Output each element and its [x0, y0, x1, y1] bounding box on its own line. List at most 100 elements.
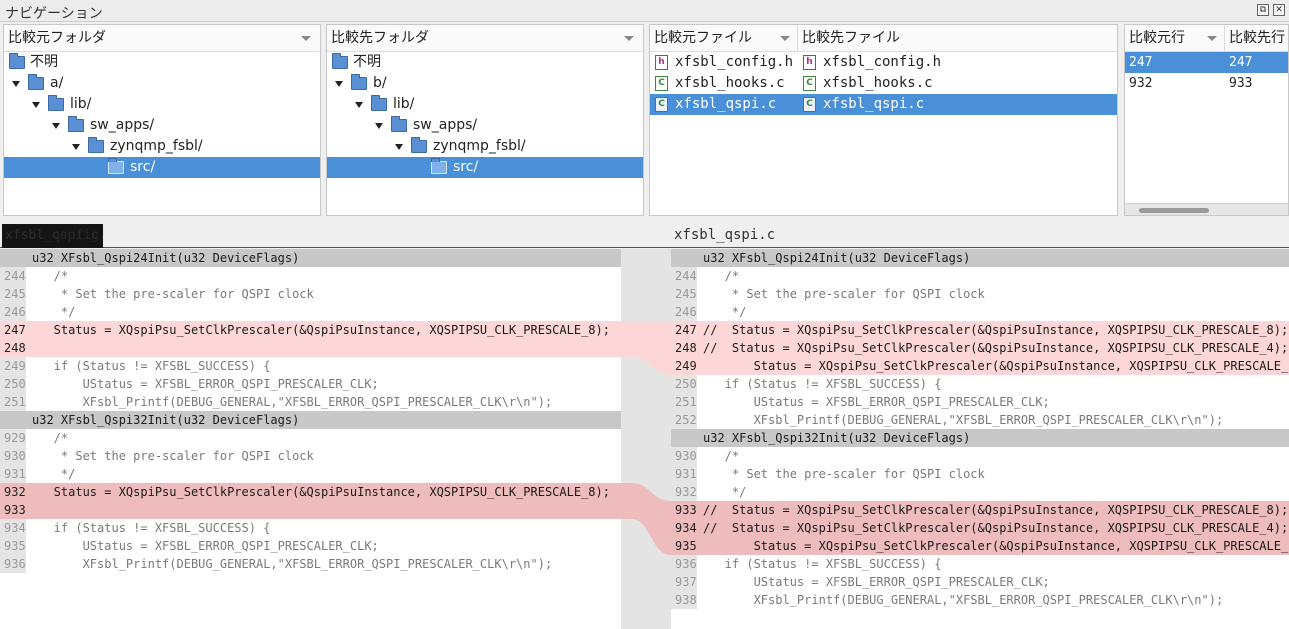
- tree-item-src[interactable]: src/: [327, 157, 643, 178]
- chevron-down-icon[interactable]: [301, 36, 311, 41]
- dest-file-column-header[interactable]: 比較先ファイル: [798, 25, 900, 52]
- code-line[interactable]: 934 // Status = XQspiPsu_SetClkPrescaler(…: [671, 519, 1289, 537]
- tree-item-sw-apps[interactable]: sw_apps/: [327, 115, 643, 136]
- code-line[interactable]: 249 Status = XQspiPsu_SetClkPrescaler(&Q…: [671, 357, 1289, 375]
- close-icon[interactable]: ✕: [1273, 4, 1285, 16]
- code-text: UStatus = XFSBL_ERROR_QSPI_PRESCALER_CLK…: [703, 395, 1050, 409]
- folder-icon: [411, 137, 427, 153]
- code-line[interactable]: 246 */: [671, 303, 1289, 321]
- code-line[interactable]: 938 XFsbl_Printf(DEBUG_GENERAL,"XFSBL_ER…: [671, 591, 1289, 609]
- code-text: * Set the pre-scaler for QSPI clock: [703, 467, 985, 481]
- code-line[interactable]: 936 XFsbl_Printf(DEBUG_GENERAL,"XFSBL_ER…: [0, 555, 621, 573]
- function-header-line[interactable]: u32 XFsbl_Qspi32Init(u32 DeviceFlags): [671, 429, 1289, 447]
- tree-item-src[interactable]: src/: [4, 157, 320, 178]
- file-row[interactable]: h xfsbl_config.h h xfsbl_config.h: [650, 52, 1117, 73]
- line-number: 930: [0, 447, 26, 465]
- folder-icon: [28, 74, 44, 90]
- tree-item-zynqmp-fsbl[interactable]: zynqmp_fsbl/: [4, 136, 320, 157]
- code-line[interactable]: 248 // Status = XQspiPsu_SetClkPrescaler(…: [671, 339, 1289, 357]
- horizontal-scrollbar[interactable]: [1125, 203, 1288, 215]
- function-header-line[interactable]: u32 XFsbl_Qspi32Init(u32 DeviceFlags): [0, 411, 621, 429]
- line-number: 932: [0, 483, 26, 501]
- dest-line-column-header[interactable]: 比較先行: [1225, 25, 1285, 52]
- code-line[interactable]: 252 XFsbl_Printf(DEBUG_GENERAL,"XFSBL_ER…: [671, 411, 1289, 429]
- expand-arrow-icon[interactable]: [32, 102, 40, 108]
- code-line[interactable]: 936 if (Status != XFSBL_SUCCESS) {: [671, 555, 1289, 573]
- expand-arrow-icon[interactable]: [335, 81, 343, 87]
- line-pair-row-selected[interactable]: 247 247: [1125, 52, 1288, 73]
- code-line[interactable]: 250 UStatus = XFSBL_ERROR_QSPI_PRESCALER…: [0, 375, 621, 393]
- left-file-tab[interactable]: xfsbl_qspi.c xfsbl_config.h: [2, 224, 103, 248]
- line-number: 246: [671, 303, 697, 321]
- code-line[interactable]: 248: [0, 339, 621, 357]
- dest-file-column-label: 比較先ファイル: [802, 30, 900, 46]
- tree-item-label: 不明: [353, 54, 381, 70]
- tree-item-sw-apps[interactable]: sw_apps/: [4, 115, 320, 136]
- expand-arrow-icon[interactable]: [355, 102, 363, 108]
- tree-item-label: 不明: [30, 54, 58, 70]
- dest-folder-header[interactable]: 比較先フォルダ: [327, 25, 643, 52]
- code-line[interactable]: 251 UStatus = XFSBL_ERROR_QSPI_PRESCALER…: [671, 393, 1289, 411]
- code-line[interactable]: 933 // Status = XQspiPsu_SetClkPrescaler(…: [671, 501, 1289, 519]
- file-row-selected[interactable]: C xfsbl_qspi.c C xfsbl_qspi.c: [650, 94, 1117, 115]
- code-line[interactable]: 932 Status = XQspiPsu_SetClkPrescaler(&Q…: [0, 483, 621, 501]
- code-line[interactable]: 929 /*: [0, 429, 621, 447]
- scrollbar-thumb[interactable]: [1139, 208, 1209, 213]
- line-number: 249: [0, 357, 26, 375]
- expand-arrow-icon[interactable]: [72, 144, 80, 150]
- code-line[interactable]: 932 */: [671, 483, 1289, 501]
- code-line[interactable]: 246 */: [0, 303, 621, 321]
- tree-item-unknown[interactable]: 不明: [327, 52, 643, 73]
- tree-item-b[interactable]: b/: [327, 73, 643, 94]
- code-line[interactable]: 244 /*: [671, 267, 1289, 285]
- code-text: XFsbl_Printf(DEBUG_GENERAL,"XFSBL_ERROR_…: [703, 593, 1224, 607]
- dest-file-name: xfsbl_config.h: [823, 54, 942, 70]
- code-line[interactable]: 931 */: [0, 465, 621, 483]
- left-file-tab-overlay: xfsbl_config.h: [5, 228, 103, 243]
- tree-item-unknown[interactable]: 不明: [4, 52, 320, 73]
- code-line[interactable]: 249 if (Status != XFSBL_SUCCESS) {: [0, 357, 621, 375]
- code-line[interactable]: 245 * Set the pre-scaler for QSPI clock: [0, 285, 621, 303]
- function-header-line[interactable]: u32 XFsbl_Qspi24Init(u32 DeviceFlags): [0, 249, 621, 267]
- chevron-down-icon[interactable]: [624, 36, 634, 41]
- expand-arrow-icon[interactable]: [395, 144, 403, 150]
- code-line[interactable]: 930 /*: [671, 447, 1289, 465]
- code-line[interactable]: 934 if (Status != XFSBL_SUCCESS) {: [0, 519, 621, 537]
- right-code-pane[interactable]: u32 XFsbl_Qspi24Init(u32 DeviceFlags) 244…: [671, 249, 1289, 629]
- code-line[interactable]: 245 * Set the pre-scaler for QSPI clock: [671, 285, 1289, 303]
- files-panel: 比較元ファイル 比較先ファイル h xfsbl_config.h h xfsbl…: [649, 24, 1118, 216]
- code-line[interactable]: 250 if (Status != XFSBL_SUCCESS) {: [671, 375, 1289, 393]
- chevron-down-icon[interactable]: [780, 36, 790, 41]
- code-text: XFsbl_Printf(DEBUG_GENERAL,"XFSBL_ERROR_…: [32, 557, 553, 571]
- function-header-line[interactable]: u32 XFsbl_Qspi24Init(u32 DeviceFlags): [671, 249, 1289, 267]
- code-line[interactable]: 933: [0, 501, 621, 519]
- chevron-down-icon[interactable]: [1207, 36, 1217, 41]
- code-line[interactable]: 935 Status = XQspiPsu_SetClkPrescaler(&Q…: [671, 537, 1289, 555]
- code-line[interactable]: 247 // Status = XQspiPsu_SetClkPrescaler(…: [671, 321, 1289, 339]
- line-pair-row[interactable]: 932 933: [1125, 73, 1288, 94]
- line-number: 246: [0, 303, 26, 321]
- source-file-name: xfsbl_qspi.c: [675, 96, 777, 112]
- left-code-pane[interactable]: u32 XFsbl_Qspi24Init(u32 DeviceFlags) 244…: [0, 249, 621, 629]
- code-line[interactable]: 251 XFsbl_Printf(DEBUG_GENERAL,"XFSBL_ER…: [0, 393, 621, 411]
- diff-tab-bar: xfsbl_qspi.c xfsbl_config.h xfsbl_qspi.c: [0, 222, 1289, 248]
- tree-item-a[interactable]: a/: [4, 73, 320, 94]
- code-line[interactable]: 937 UStatus = XFSBL_ERROR_QSPI_PRESCALER…: [671, 573, 1289, 591]
- code-line[interactable]: 931 * Set the pre-scaler for QSPI clock: [671, 465, 1289, 483]
- tree-item-zynqmp-fsbl[interactable]: zynqmp_fsbl/: [327, 136, 643, 157]
- code-line[interactable]: 244 /*: [0, 267, 621, 285]
- expand-arrow-icon[interactable]: [52, 123, 60, 129]
- expand-arrow-icon[interactable]: [12, 81, 20, 87]
- expand-arrow-icon[interactable]: [375, 123, 383, 129]
- code-text: // Status = XQspiPsu_SetClkPrescaler(&Qs…: [703, 521, 1289, 535]
- tree-item-lib[interactable]: lib/: [327, 94, 643, 115]
- source-folder-header[interactable]: 比較元フォルダ: [4, 25, 320, 52]
- line-number: 931: [671, 465, 697, 483]
- tree-item-lib[interactable]: lib/: [4, 94, 320, 115]
- code-line[interactable]: 930 * Set the pre-scaler for QSPI clock: [0, 447, 621, 465]
- code-line[interactable]: 247 Status = XQspiPsu_SetClkPrescaler(&Q…: [0, 321, 621, 339]
- restore-icon[interactable]: ⧉: [1257, 4, 1269, 16]
- file-row[interactable]: C xfsbl_hooks.c C xfsbl_hooks.c: [650, 73, 1117, 94]
- source-file-column-header[interactable]: 比較元ファイル: [650, 25, 798, 52]
- code-line[interactable]: 935 UStatus = XFSBL_ERROR_QSPI_PRESCALER…: [0, 537, 621, 555]
